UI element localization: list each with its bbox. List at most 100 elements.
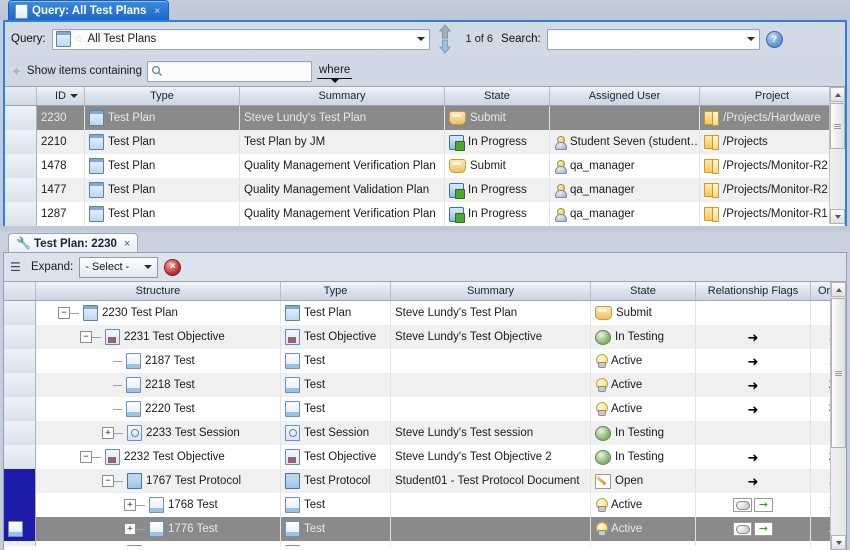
application-window: Query: All Test Plans × Query: ☆ All Tes…	[0, 0, 850, 550]
star-icon: ☆	[75, 34, 84, 45]
row-gutter[interactable]	[4, 517, 36, 541]
tree-expand-toggle[interactable]: +	[102, 427, 114, 439]
row-gutter[interactable]	[5, 154, 37, 178]
row-gutter[interactable]	[4, 493, 36, 517]
tree-row[interactable]: 2187 TestTestActive➜1	[4, 349, 846, 373]
in-progress-icon	[449, 207, 464, 222]
row-gutter[interactable]	[4, 373, 36, 397]
row-gutter[interactable]	[4, 421, 36, 445]
scroll-thumb[interactable]	[831, 298, 846, 448]
column-header-flags[interactable]: Relationship Flags	[696, 282, 811, 300]
cell-state: Active	[591, 349, 696, 373]
cell-structure: +2234 Test Session	[36, 541, 281, 546]
tab-test-plan-2230[interactable]: 🔧 Test Plan: 2230 ×	[8, 233, 138, 253]
tree-row[interactable]: +2233 Test SessionTest SessionSteve Lund…	[4, 421, 846, 445]
record-stepper[interactable]	[436, 24, 454, 54]
column-header-summary[interactable]: Summary	[240, 87, 445, 105]
row-gutter[interactable]	[4, 349, 36, 373]
row-assigned-user: qa_manager	[570, 208, 635, 220]
row-state: Submit	[470, 160, 506, 172]
cell-type: Test	[281, 493, 391, 517]
tree-row[interactable]: 2218 TestTestActive➜2	[4, 373, 846, 397]
cell-state: In Progress	[445, 130, 550, 154]
scroll-thumb[interactable]	[830, 103, 845, 149]
row-state: Submit	[616, 307, 652, 319]
row-gutter[interactable]	[5, 202, 37, 226]
tree-expand-toggle[interactable]: +	[124, 499, 136, 511]
tree-collapse-toggle[interactable]: −	[80, 331, 92, 343]
tree-row[interactable]: +2234 Test SessionTest SessionSteve Lund…	[4, 541, 846, 546]
row-gutter[interactable]	[4, 301, 36, 325]
row-gutter[interactable]	[4, 541, 36, 546]
tree-collapse-toggle[interactable]: −	[58, 307, 70, 319]
table-row[interactable]: 1478Test PlanQuality Management Verifica…	[5, 154, 845, 178]
green-arrow-icon: ➞	[754, 522, 773, 536]
column-header-state[interactable]: State	[445, 87, 550, 105]
column-header-type[interactable]: Type	[281, 282, 391, 300]
row-project: /Projects/Monitor-R2	[723, 160, 828, 172]
tree-row[interactable]: +1768 TestTestActive➞1	[4, 493, 846, 517]
submit-icon	[595, 306, 612, 320]
row-gutter[interactable]	[4, 397, 36, 421]
column-header-type[interactable]: Type	[85, 87, 240, 105]
row-gutter[interactable]	[4, 469, 36, 493]
where-button[interactable]: where	[317, 64, 352, 79]
tree-collapse-toggle[interactable]: −	[102, 475, 114, 487]
clear-button[interactable]: ×	[164, 259, 181, 276]
row-gutter[interactable]	[5, 178, 37, 202]
cell-relationship-flags	[696, 541, 811, 546]
expand-select-value: - Select -	[85, 261, 129, 273]
query-grid-body: 2230Test PlanSteve Lundy's Test PlanSubm…	[5, 106, 845, 226]
row-gutter[interactable]	[5, 106, 37, 130]
column-header-state[interactable]: State	[591, 282, 696, 300]
user-icon	[554, 159, 566, 173]
table-row[interactable]: 1287Test PlanQuality Management Verifica…	[5, 202, 845, 226]
query-grid-scrollbar[interactable]	[829, 87, 845, 224]
tree-collapse-toggle[interactable]: −	[80, 451, 92, 463]
expand-toolbar: ☰ Expand: - Select - ×	[4, 253, 846, 281]
submit-icon	[449, 111, 466, 125]
table-row[interactable]: 1477Test PlanQuality Management Validati…	[5, 178, 845, 202]
column-header-structure[interactable]: Structure	[36, 282, 281, 300]
search-select[interactable]	[547, 29, 760, 50]
tab-query-all-test-plans[interactable]: Query: All Test Plans ×	[8, 0, 169, 21]
close-icon[interactable]: ×	[154, 6, 160, 17]
column-header-user[interactable]: Assigned User	[550, 87, 700, 105]
table-row[interactable]: 2230Test PlanSteve Lundy's Test PlanSubm…	[5, 106, 845, 130]
help-icon[interactable]: ?	[766, 31, 783, 48]
row-state: In Progress	[468, 208, 527, 220]
row-project: /Projects/Hardware	[723, 112, 821, 124]
tree-row[interactable]: +1776 TestTestActive➞2	[4, 517, 846, 541]
scroll-up-button[interactable]	[831, 282, 846, 297]
filter-input[interactable]	[166, 64, 290, 78]
expand-select[interactable]: - Select -	[79, 257, 158, 278]
row-gutter[interactable]	[5, 130, 37, 154]
tree-row[interactable]: −2232 Test ObjectiveTest ObjectiveSteve …	[4, 445, 846, 469]
test-plan-panel: 🔧 Test Plan: 2230 × ☰ Expand: - Select -…	[0, 232, 850, 550]
scroll-down-button[interactable]	[831, 535, 846, 550]
filter-input-wrap[interactable]	[147, 61, 312, 82]
query-select[interactable]: ☆ All Test Plans	[52, 29, 430, 50]
active-icon	[595, 378, 607, 392]
row-gutter[interactable]	[4, 445, 36, 469]
column-header-summary[interactable]: Summary	[391, 282, 591, 300]
scroll-up-button[interactable]	[830, 87, 845, 102]
column-header-id[interactable]: ID	[37, 87, 85, 105]
cell-project: /Projects	[700, 130, 845, 154]
tree-row[interactable]: −2230 Test PlanTest PlanSteve Lundy's Te…	[4, 301, 846, 325]
structure-grid-scrollbar[interactable]	[830, 282, 846, 550]
row-summary: Steve Lundy's Test Objective 2	[395, 451, 552, 463]
row-gutter[interactable]	[4, 325, 36, 349]
row-id: 1477	[41, 184, 67, 196]
tree-row[interactable]: 2220 TestTestActive➜3	[4, 397, 846, 421]
row-project: /Projects/Monitor-R2	[723, 184, 828, 196]
close-icon[interactable]: ×	[124, 238, 130, 250]
scroll-down-button[interactable]	[830, 209, 845, 224]
tree-row[interactable]: −1767 Test ProtocolTest ProtocolStudent0…	[4, 469, 846, 493]
tree-row[interactable]: −2231 Test ObjectiveTest ObjectiveSteve …	[4, 325, 846, 349]
table-row[interactable]: 2210Test PlanTest Plan by JMIn ProgressS…	[5, 130, 845, 154]
cell-summary: Steve Lundy's Test Plan	[391, 301, 591, 325]
row-project: /Projects/Monitor-R1	[723, 208, 828, 220]
tree-expand-toggle[interactable]: +	[124, 523, 136, 535]
column-header-project[interactable]: Project	[700, 87, 845, 105]
